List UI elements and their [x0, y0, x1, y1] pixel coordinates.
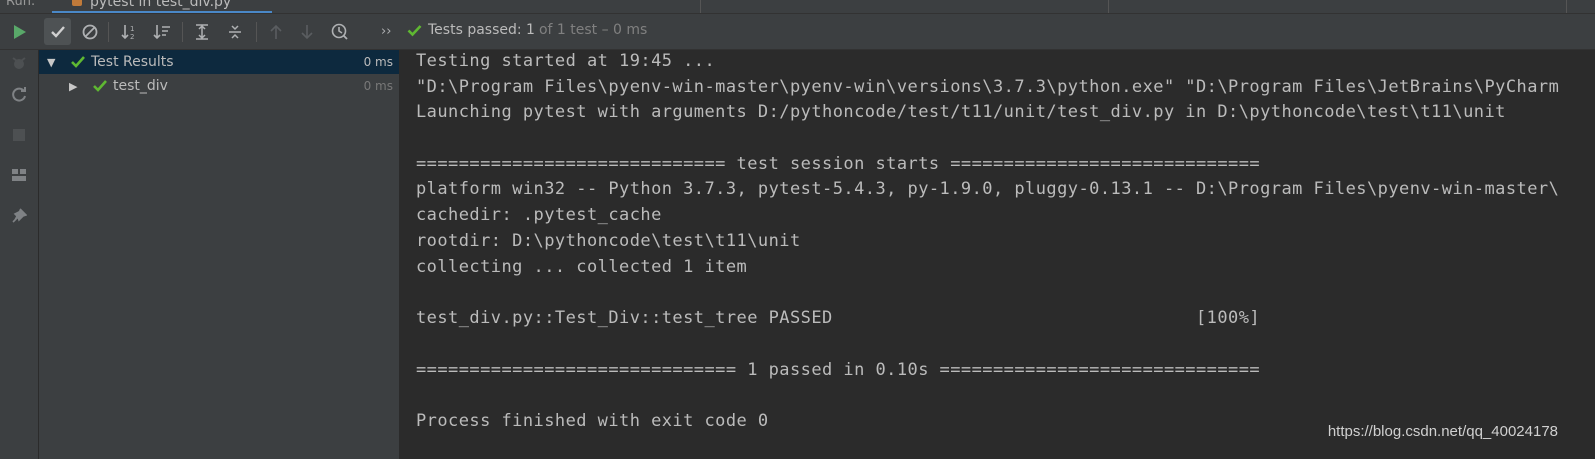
ignored-icon — [82, 24, 97, 39]
tree-node-label: Test Results — [91, 54, 174, 70]
tab-divider — [1108, 0, 1109, 13]
tab-divider — [700, 0, 701, 13]
expand-all-icon — [195, 23, 208, 40]
tree-node-duration: 0 ms — [363, 55, 393, 69]
toolbar-separator — [256, 22, 257, 42]
collapsed-arrow-icon[interactable]: ▶ — [69, 80, 77, 93]
show-ignored-toggle[interactable] — [76, 18, 103, 45]
stop-icon[interactable] — [8, 124, 30, 146]
console-output[interactable]: Testing started at 19:45 ... "D:\Program… — [400, 50, 1595, 459]
tree-node-test-div[interactable]: ▶ test_div 0 ms — [39, 74, 399, 98]
console-line: ============================== 1 passed … — [416, 360, 1261, 380]
console-line: test_div.py::Test_Div::test_tree PASSED … — [416, 308, 1261, 328]
console-line: ============================= test sessi… — [416, 154, 1261, 174]
check-icon — [50, 25, 65, 38]
console-line: "D:\Program Files\pyenv-win-master\pyenv… — [416, 77, 1560, 97]
history-clock-icon — [331, 23, 348, 40]
svg-text:2: 2 — [130, 33, 134, 40]
collapse-all-icon — [228, 24, 241, 39]
tests-passed-text: Tests passed: 1 — [428, 22, 535, 38]
rerun-failed-icon[interactable] — [8, 83, 30, 105]
tree-node-label: test_div — [113, 78, 168, 94]
sort-alpha-icon: 12 — [120, 24, 134, 40]
tree-node-test-results[interactable]: ▼ Test Results 0 ms — [39, 50, 399, 74]
show-passed-toggle[interactable] — [44, 18, 71, 45]
more-actions-chevron[interactable]: ›› — [381, 24, 391, 39]
tree-node-duration: 0 ms — [363, 79, 393, 93]
sort-duration-icon — [152, 24, 170, 39]
run-label: Run: — [6, 0, 36, 9]
sort-alphabetically-button[interactable]: 12 — [116, 18, 143, 45]
play-icon — [13, 24, 26, 39]
watermark-url: https://blog.csdn.net/qq_40024178 — [1327, 423, 1558, 440]
arrow-down-icon — [300, 24, 313, 39]
layout-icon[interactable] — [8, 164, 30, 186]
debug-icon[interactable] — [8, 52, 30, 74]
run-tab-pytest[interactable]: pytest in test_div.py × — [52, 0, 272, 13]
next-failed-button[interactable] — [293, 18, 320, 45]
console-line: rootdir: D:\pythoncode\test\t11\unit — [416, 231, 801, 251]
sort-by-duration-button[interactable] — [148, 18, 175, 45]
tests-count-text: of 1 test – 0 ms — [538, 22, 648, 38]
run-tab-title: pytest in test_div.py — [90, 0, 232, 10]
arrow-up-icon — [269, 24, 282, 39]
pin-tab-icon[interactable] — [8, 205, 30, 227]
test-runner-toolbar: 12 ›› Tests passed: 1 of 1 test – 0 ms — [0, 14, 1595, 50]
passed-check-icon — [71, 56, 85, 68]
console-line: platform win32 -- Python 3.7.3, pytest-5… — [416, 179, 1560, 199]
previous-failed-button[interactable] — [262, 18, 289, 45]
test-results-tree: ▼ Test Results 0 ms ▶ test_div 0 ms — [39, 50, 400, 459]
passed-check-icon — [407, 24, 422, 36]
svg-text:1: 1 — [130, 25, 134, 33]
toolbar-separator — [108, 22, 109, 42]
console-line: Testing started at 19:45 ... — [416, 51, 716, 71]
console-line: Launching pytest with arguments D:/pytho… — [416, 102, 1506, 122]
rerun-button[interactable] — [6, 18, 33, 45]
run-side-toolbar — [0, 50, 39, 459]
toolbar-separator — [182, 22, 183, 42]
test-history-button[interactable] — [326, 18, 353, 45]
run-tab-strip: Run: pytest in test_div.py × — [0, 0, 1595, 14]
python-file-icon — [72, 0, 82, 6]
console-line: collecting ... collected 1 item — [416, 257, 748, 277]
tab-divider — [1566, 0, 1567, 13]
console-line: Process finished with exit code 0 — [416, 411, 769, 431]
passed-check-icon — [93, 80, 107, 92]
expanded-arrow-icon[interactable]: ▼ — [47, 56, 55, 69]
console-line: cachedir: .pytest_cache — [416, 205, 662, 225]
collapse-all-button[interactable] — [221, 18, 248, 45]
expand-all-button[interactable] — [188, 18, 215, 45]
test-status-summary: Tests passed: 1 of 1 test – 0 ms — [407, 22, 647, 38]
